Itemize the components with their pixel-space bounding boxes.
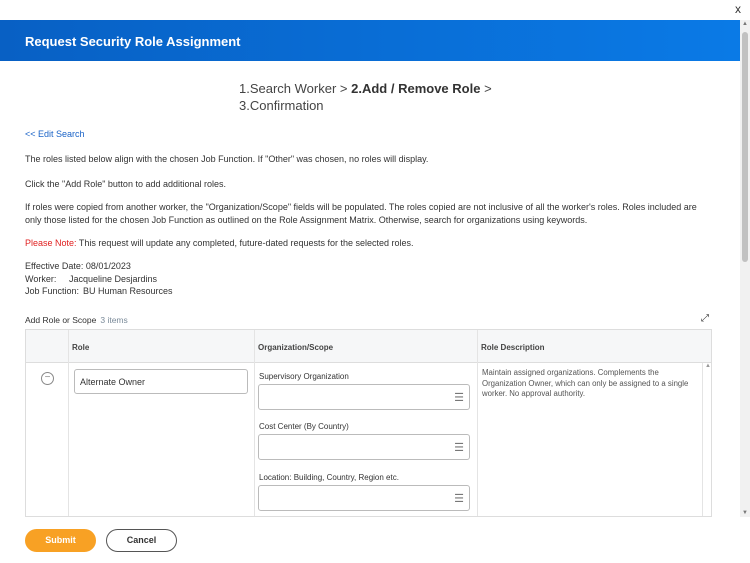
column-divider — [477, 330, 478, 516]
instruction-text: Click the "Add Role" button to add addit… — [25, 179, 227, 189]
wizard-steps: 1.Search Worker > 2.Add / Remove Role > … — [239, 80, 492, 114]
section-label: Add Role or Scope — [25, 315, 97, 325]
role-input[interactable]: Alternate Owner — [74, 369, 248, 394]
cancel-button[interactable]: Cancel — [106, 529, 177, 552]
page-header: Request Security Role Assignment — [0, 20, 740, 61]
step-2-current: 2.Add / Remove Role — [351, 81, 481, 96]
request-details: Effective Date: 08/01/2023 Worker: Jacque… — [25, 260, 715, 298]
submit-button[interactable]: Submit — [25, 529, 96, 552]
cost-center-input[interactable]: ☰ — [258, 434, 470, 460]
page-scrollbar[interactable]: ▲ ▼ — [740, 20, 750, 517]
effective-date: Effective Date: 08/01/2023 — [25, 261, 131, 271]
item-count: 3 items — [100, 315, 128, 325]
worker-label: Worker: — [25, 273, 57, 284]
page-title: Request Security Role Assignment — [25, 34, 241, 49]
list-icon[interactable]: ☰ — [454, 492, 464, 505]
note-text: Please Note: This request will update an… — [25, 237, 715, 250]
job-function-label: Job Function: — [25, 286, 80, 296]
supervisory-organization-input[interactable]: ☰ — [258, 384, 470, 410]
step-1: 1.Search Worker > — [239, 81, 348, 96]
note-label: Please Note: — [25, 238, 77, 248]
table-header — [26, 330, 711, 363]
scope-label: Location: Building, Country, Region etc. — [259, 473, 399, 482]
column-divider — [254, 330, 255, 516]
header-role: Role — [72, 343, 90, 352]
table-scrollbar[interactable]: ▲ — [702, 363, 711, 516]
list-icon[interactable]: ☰ — [454, 441, 464, 454]
close-button[interactable]: x — [735, 2, 741, 16]
roles-table: Role Organization/Scope Role Description… — [25, 329, 712, 517]
step-3: 3.Confirmation — [239, 98, 324, 113]
list-icon[interactable]: ☰ — [454, 391, 464, 404]
instruction-text: The roles listed below align with the ch… — [25, 154, 429, 164]
scroll-down-icon[interactable]: ▼ — [742, 510, 748, 516]
job-function-value: BU Human Resources — [83, 286, 173, 296]
scope-label: Supervisory Organization — [259, 372, 349, 381]
note-body: This request will update any completed, … — [76, 238, 414, 248]
scope-label: Cost Center (By Country) — [259, 422, 349, 431]
header-role-description: Role Description — [481, 343, 545, 352]
scrollbar-thumb[interactable] — [742, 32, 748, 262]
remove-row-icon[interactable]: − — [41, 372, 54, 385]
section-title: Add Role or Scope 3 items — [25, 315, 128, 325]
instruction-text: If roles were copied from another worker… — [25, 202, 697, 225]
scroll-up-icon[interactable]: ▲ — [742, 21, 748, 27]
location-input[interactable]: ☰ — [258, 485, 470, 511]
role-description: Maintain assigned organizations. Complem… — [482, 368, 689, 398]
step-separator: > — [484, 81, 492, 96]
footer: Submit Cancel — [0, 517, 750, 563]
worker-value: Jacqueline Desjardins — [69, 273, 158, 284]
column-divider — [68, 330, 69, 516]
expand-icon[interactable]: ⤢ — [701, 313, 709, 324]
header-organization-scope: Organization/Scope — [258, 343, 334, 352]
edit-search-link[interactable]: << Edit Search — [25, 129, 85, 139]
